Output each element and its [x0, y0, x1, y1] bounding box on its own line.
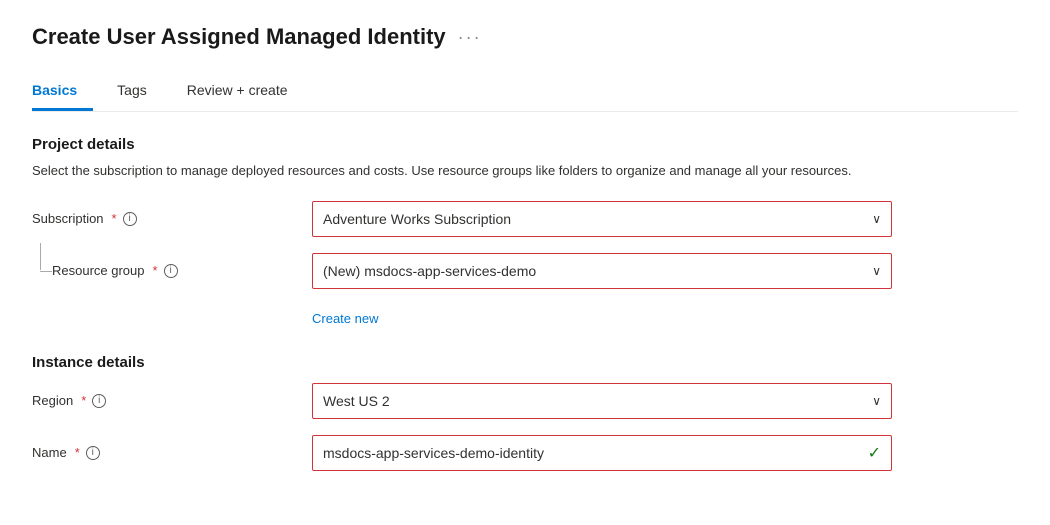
instance-details-title: Instance details — [32, 354, 1018, 371]
resource-group-label-col: Resource group * i — [32, 263, 312, 278]
tab-tags[interactable]: Tags — [117, 74, 163, 111]
subscription-info-icon[interactable]: i — [123, 212, 137, 226]
name-input[interactable]: msdocs-app-services-demo-identity ✓ — [312, 435, 892, 471]
resource-group-row: Resource group * i (New) msdocs-app-serv… — [32, 253, 1018, 289]
subscription-dropdown[interactable]: Adventure Works Subscription ∨ — [312, 201, 892, 237]
subscription-value: Adventure Works Subscription — [323, 211, 511, 227]
subscription-label-col: Subscription * i — [32, 211, 312, 226]
region-label-col: Region * i — [32, 393, 312, 408]
page-title-more-icon[interactable]: ··· — [458, 27, 482, 48]
resource-group-dropdown[interactable]: (New) msdocs-app-services-demo ∨ — [312, 253, 892, 289]
region-control: West US 2 ∨ — [312, 383, 892, 419]
resource-group-required: * — [153, 263, 158, 278]
tab-review-create[interactable]: Review + create — [187, 74, 304, 111]
resource-group-value: (New) msdocs-app-services-demo — [323, 263, 536, 279]
name-value: msdocs-app-services-demo-identity — [323, 445, 544, 461]
region-label: Region — [32, 393, 73, 408]
resource-group-chevron-icon: ∨ — [872, 264, 881, 278]
create-new-link[interactable]: Create new — [312, 311, 378, 326]
region-required: * — [81, 393, 86, 408]
tab-bar: Basics Tags Review + create — [32, 74, 1018, 112]
resource-group-label: Resource group — [52, 263, 145, 278]
page-title: Create User Assigned Managed Identity — [32, 24, 446, 50]
page-title-row: Create User Assigned Managed Identity ··… — [32, 24, 1018, 50]
region-dropdown[interactable]: West US 2 ∨ — [312, 383, 892, 419]
name-info-icon[interactable]: i — [86, 446, 100, 460]
subscription-chevron-icon: ∨ — [872, 212, 881, 226]
name-control: msdocs-app-services-demo-identity ✓ — [312, 435, 892, 471]
region-chevron-icon: ∨ — [872, 394, 881, 408]
region-value: West US 2 — [323, 393, 390, 409]
project-details-title: Project details — [32, 136, 1018, 153]
subscription-row: Subscription * i Adventure Works Subscri… — [32, 201, 1018, 237]
subscription-required: * — [112, 211, 117, 226]
name-valid-check-icon: ✓ — [868, 443, 881, 463]
resource-group-control: (New) msdocs-app-services-demo ∨ — [312, 253, 892, 289]
name-label-col: Name * i — [32, 445, 312, 460]
region-row: Region * i West US 2 ∨ — [32, 383, 1018, 419]
tab-basics[interactable]: Basics — [32, 74, 93, 111]
name-required: * — [75, 445, 80, 460]
name-label: Name — [32, 445, 67, 460]
project-details-description: Select the subscription to manage deploy… — [32, 161, 882, 181]
subscription-label: Subscription — [32, 211, 104, 226]
resource-group-info-icon[interactable]: i — [164, 264, 178, 278]
region-info-icon[interactable]: i — [92, 394, 106, 408]
project-details-section: Project details Select the subscription … — [32, 136, 1018, 326]
subscription-control: Adventure Works Subscription ∨ — [312, 201, 892, 237]
instance-details-section: Instance details Region * i West US 2 ∨ … — [32, 354, 1018, 471]
name-row: Name * i msdocs-app-services-demo-identi… — [32, 435, 1018, 471]
